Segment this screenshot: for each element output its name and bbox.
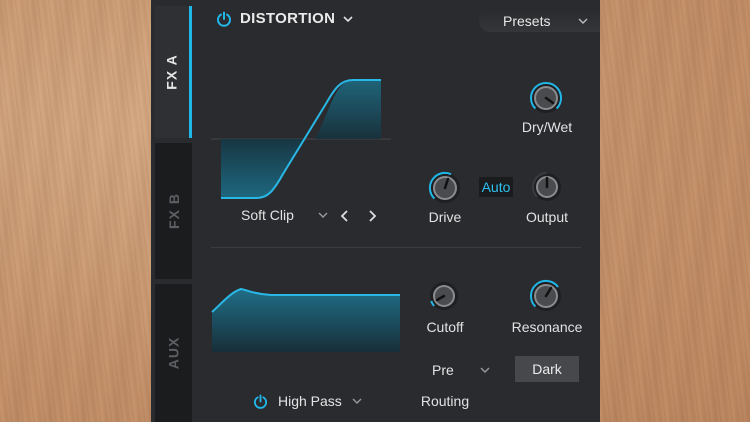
knob-icon: [428, 171, 460, 203]
drive-knob[interactable]: [427, 170, 463, 211]
previous-curve-button[interactable]: [338, 209, 352, 223]
tab-fx-b[interactable]: FX B: [155, 143, 192, 279]
routing-label: Routing: [420, 393, 470, 409]
distortion-plugin-panel: FX A FX B AUX DISTORTION Presets Dry/Wet…: [151, 0, 600, 422]
filter-type-dropdown[interactable]: High Pass: [253, 393, 362, 409]
output-label: Output: [525, 209, 569, 225]
power-icon[interactable]: [253, 393, 268, 409]
dark-button[interactable]: Dark: [515, 356, 579, 382]
cutoff-label: Cutoff: [426, 319, 464, 335]
tab-aux-label: AUX: [165, 336, 182, 370]
knob-icon: [530, 81, 562, 113]
dry-wet-label: Dry/Wet: [521, 119, 573, 135]
curve-type-label: Soft Clip: [241, 207, 294, 223]
fx-tab-bar: FX A FX B AUX: [151, 0, 192, 422]
next-curve-button[interactable]: [365, 209, 379, 223]
knob-icon: [529, 280, 561, 311]
resonance-knob[interactable]: [528, 278, 564, 319]
effect-selector[interactable]: DISTORTION: [216, 10, 353, 27]
cutoff-knob[interactable]: [427, 279, 461, 318]
output-knob[interactable]: [530, 170, 564, 209]
tab-aux[interactable]: AUX: [155, 284, 192, 422]
tab-fx-a[interactable]: FX A: [155, 6, 192, 138]
routing-value: Pre: [432, 362, 454, 378]
routing-dropdown[interactable]: Pre: [432, 362, 490, 378]
effect-name: DISTORTION: [240, 10, 336, 27]
tab-fx-a-label: FX A: [164, 54, 180, 90]
transfer-curve-graph: [211, 79, 391, 199]
knob-icon: [532, 172, 561, 201]
chevron-down-icon: [578, 18, 588, 24]
filter-response-graph: [211, 287, 400, 352]
dry-wet-knob[interactable]: [528, 80, 564, 121]
chevron-down-icon: [352, 398, 362, 404]
knob-icon: [430, 282, 458, 310]
presets-dropdown[interactable]: Presets: [479, 10, 600, 32]
power-icon[interactable]: [216, 11, 232, 27]
chevron-down-icon: [343, 15, 353, 22]
tab-fx-b-label: FX B: [165, 193, 182, 229]
curve-type-dropdown[interactable]: Soft Clip: [241, 207, 328, 223]
drive-label: Drive: [428, 209, 462, 225]
presets-label: Presets: [503, 13, 551, 29]
section-divider: [211, 247, 581, 248]
chevron-down-icon: [480, 367, 490, 373]
auto-button[interactable]: Auto: [479, 177, 513, 197]
filter-type-label: High Pass: [278, 393, 342, 409]
resonance-label: Resonance: [511, 319, 583, 335]
chevron-down-icon: [318, 212, 328, 218]
